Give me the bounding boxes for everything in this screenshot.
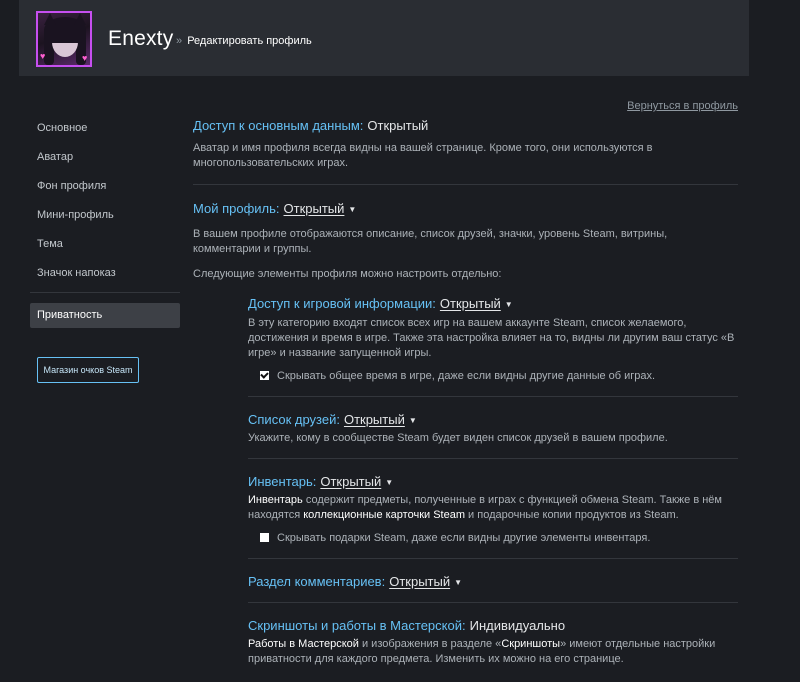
friends-list-privacy-dropdown[interactable]: Открытый (344, 412, 405, 427)
hide-playtime-label[interactable]: Скрывать общее время в игре, даже если в… (277, 370, 655, 382)
comments-title: Раздел комментариев: (248, 574, 386, 589)
inventory-link[interactable]: Инвентарь (248, 494, 303, 506)
hide-gifts-checkbox[interactable] (260, 533, 269, 542)
sidebar-item-mini-profile[interactable]: Мини-профиль (30, 205, 180, 234)
friends-list-heading: Список друзей: Открытый ▼ (248, 412, 417, 427)
chevron-down-icon[interactable]: ▼ (348, 205, 356, 214)
breadcrumb: » Редактировать профиль (176, 35, 312, 47)
inventory-description-text: и подарочные копии продуктов из Steam. (465, 509, 679, 521)
section-divider (248, 602, 738, 603)
sidebar-item-avatar[interactable]: Аватар (30, 147, 180, 176)
chevron-down-icon[interactable]: ▼ (505, 300, 513, 309)
section-divider (248, 396, 738, 397)
game-info-description: В эту категорию входят список всех игр н… (248, 317, 735, 359)
inventory-description: Инвентарь содержит предметы, полученные … (248, 493, 738, 523)
chevron-down-icon[interactable]: ▼ (454, 578, 462, 587)
inventory-heading: Инвентарь: Открытый ▼ (248, 474, 393, 489)
inventory-title: Инвентарь: (248, 474, 317, 489)
screenshots-title: Скриншоты и работы в Мастерской: (248, 618, 466, 633)
profile-elements-note: Следующие элементы профиля можно настрои… (193, 268, 502, 280)
hide-gifts-label[interactable]: Скрывать подарки Steam, даже если видны … (277, 532, 650, 544)
points-shop-button[interactable]: Магазин очков Steam (37, 357, 139, 383)
friends-list-description: Укажите, кому в сообществе Steam будет в… (248, 432, 668, 444)
friends-list-title: Список друзей: (248, 412, 340, 427)
sidebar-item-featured-badge[interactable]: Значок напоказ (30, 263, 180, 292)
basic-access-value: Открытый (367, 118, 429, 133)
chevron-down-icon[interactable]: ▼ (409, 416, 417, 425)
screenshots-description-text: и изображения в разделе « (358, 638, 502, 650)
screenshots-link[interactable]: Скриншоты (501, 638, 560, 650)
sidebar-item-privacy[interactable]: Приватность (30, 303, 180, 328)
my-profile-description: В вашем профиле отображаются описание, с… (193, 228, 668, 255)
chevron-down-icon[interactable]: ▼ (385, 478, 393, 487)
profile-username[interactable]: Enexty (108, 27, 173, 51)
comments-privacy-dropdown[interactable]: Открытый (389, 574, 450, 589)
sidebar-divider (30, 292, 180, 293)
basic-access-heading: Доступ к основным данным: Открытый (193, 118, 428, 133)
heart-icon: ♥ (40, 51, 46, 61)
basic-access-title: Доступ к основным данным: (193, 118, 364, 133)
hide-gifts-option[interactable]: Скрывать подарки Steam, даже если видны … (260, 532, 650, 544)
sidebar-item-general[interactable]: Основное (30, 118, 180, 147)
game-info-title: Доступ к игровой информации: (248, 296, 436, 311)
my-profile-privacy-dropdown[interactable]: Открытый (284, 201, 345, 216)
screenshots-description: Работы в Мастерской и изображения в разд… (248, 637, 728, 667)
screenshots-value: Индивидуально (469, 618, 566, 633)
heart-icon: ♥ (82, 53, 88, 63)
avatar[interactable]: ♥ ♥ (36, 11, 92, 67)
comments-heading: Раздел комментариев: Открытый ▼ (248, 574, 462, 589)
my-profile-title: Мой профиль: (193, 201, 280, 216)
back-to-profile-link[interactable]: Вернуться в профиль (627, 100, 738, 112)
hide-playtime-checkbox[interactable] (260, 371, 269, 380)
hide-playtime-option[interactable]: Скрывать общее время в игре, даже если в… (260, 370, 655, 382)
section-divider (248, 558, 738, 559)
workshop-link[interactable]: Работы в Мастерской (248, 638, 359, 650)
game-info-privacy-dropdown[interactable]: Открытый (440, 296, 501, 311)
sidebar-item-background[interactable]: Фон профиля (30, 176, 180, 205)
basic-access-description: Аватар и имя профиля всегда видны на ваш… (193, 142, 653, 169)
trading-cards-link[interactable]: коллекционные карточки Steam (303, 509, 465, 521)
my-profile-heading: Мой профиль: Открытый ▼ (193, 201, 356, 216)
section-divider (193, 184, 738, 185)
section-divider (248, 458, 738, 459)
game-info-heading: Доступ к игровой информации: Открытый ▼ (248, 296, 513, 311)
sidebar-item-theme[interactable]: Тема (30, 234, 180, 263)
screenshots-heading: Скриншоты и работы в Мастерской: Индивиду… (248, 618, 565, 633)
avatar-ear (44, 13, 56, 25)
avatar-ear (74, 13, 86, 25)
sidebar: Основное Аватар Фон профиля Мини-профиль… (30, 118, 180, 328)
breadcrumb-current: Редактировать профиль (187, 35, 312, 47)
breadcrumb-separator: » (176, 35, 183, 47)
inventory-privacy-dropdown[interactable]: Открытый (320, 474, 381, 489)
